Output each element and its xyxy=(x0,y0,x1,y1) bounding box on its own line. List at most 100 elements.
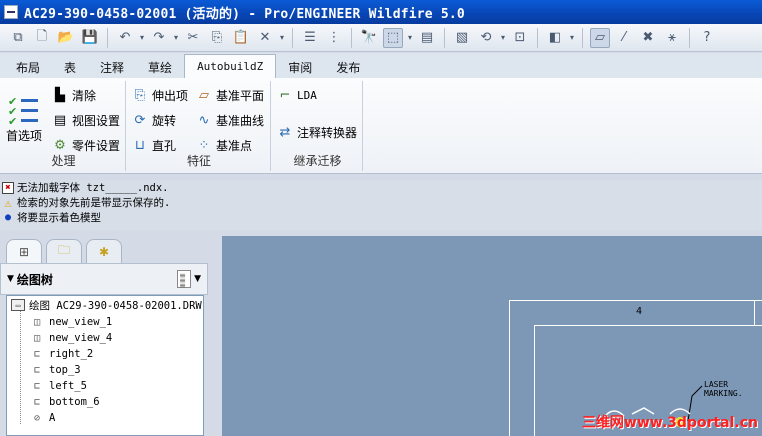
message-warning: ⚠ 检索的对象先前是带显示保存的. xyxy=(0,195,762,210)
tree-item-drawing[interactable]: ▭ 绘图 AC29-390-0458-02001.DRW xyxy=(11,297,202,313)
toolbar-separator xyxy=(444,27,445,48)
datum-curve-button[interactable]: ∿ 基准曲线 xyxy=(196,112,264,129)
toolbar-separator xyxy=(107,27,108,48)
favorites-tab[interactable]: ✱ xyxy=(86,239,122,263)
undo-icon[interactable]: ↶ xyxy=(115,28,135,48)
general-view-icon: ◫ xyxy=(33,316,41,328)
clear-button[interactable]: ▙ 清除 xyxy=(52,87,96,104)
regen-icon[interactable]: ⟲ xyxy=(476,28,496,48)
model-tree-tab[interactable]: ⊞ xyxy=(6,239,42,263)
display-dropdown-icon[interactable]: ▾ xyxy=(567,28,577,48)
revolve-button[interactable]: ⟳ 旋转 xyxy=(132,112,176,129)
datum-axis-display-icon[interactable]: ⁄ xyxy=(614,28,634,48)
display-style-icon[interactable]: ◧ xyxy=(545,28,565,48)
message-text: 无法加载字体 tzt_____.ndx. xyxy=(17,182,169,194)
layers-icon[interactable]: ☰ xyxy=(300,28,320,48)
datum-plane-display-icon[interactable]: ▱ xyxy=(590,27,610,48)
sheet-icon[interactable]: ▧ xyxy=(452,28,472,48)
datum-plane-button[interactable]: ▱ 基准平面 xyxy=(196,87,264,104)
datum-csys-display-icon[interactable]: ⚹ xyxy=(662,28,682,48)
collapse-arrow-icon[interactable]: ▼ xyxy=(7,274,14,284)
clear-icon: ▙ xyxy=(55,88,65,103)
drawing-canvas[interactable]: 4 LASER MARKING. 三维网www.3dportal.cn xyxy=(222,236,762,436)
view-settings-label: 视图设置 xyxy=(72,114,121,128)
copy-icon[interactable]: ⎘ xyxy=(207,28,227,48)
tab-autobuildz[interactable]: AutobuildZ xyxy=(184,54,277,78)
annotation-converter-button[interactable]: ⇄ 注释转换器 xyxy=(277,124,357,141)
model-tree-icon: ⊞ xyxy=(18,244,30,259)
redo-icon[interactable]: ↷ xyxy=(149,28,169,48)
group-legacy-label: 继承迁移 xyxy=(293,154,342,168)
tab-review[interactable]: 审阅 xyxy=(276,56,324,78)
extrude-icon: ⎘ xyxy=(134,88,146,103)
toolbar-separator xyxy=(537,27,538,48)
tree-settings-button[interactable]: ≡ ≡ ≡ ▼ xyxy=(177,270,201,290)
tree-item-view[interactable]: ⊏ right_2 xyxy=(29,346,93,362)
tree-item-label: bottom_6 xyxy=(49,396,100,408)
tree-item-view[interactable]: ⊏ left_5 xyxy=(29,378,87,394)
toolbar-separator xyxy=(689,27,690,48)
save-icon[interactable]: 💾 xyxy=(80,28,100,48)
delete-icon[interactable]: ✕ xyxy=(255,28,275,48)
toolbar-separator xyxy=(292,27,293,48)
tree-item-view[interactable]: ◫ new_view_1 xyxy=(29,314,112,330)
undo-dropdown-icon[interactable]: ▾ xyxy=(137,28,147,48)
new-icon[interactable]: 🗋 xyxy=(32,28,52,48)
select-box-icon[interactable]: ⬚ xyxy=(383,27,403,48)
tab-table[interactable]: 表 xyxy=(52,56,88,78)
tree-item-view[interactable]: ◫ new_view_4 xyxy=(29,330,112,346)
datum-point-display-icon[interactable]: ✖ xyxy=(638,28,658,48)
select-dropdown-icon[interactable]: ▾ xyxy=(405,28,415,48)
tree-item-view[interactable]: ⊏ bottom_6 xyxy=(29,394,100,410)
folder-browser-tab[interactable]: 🗀 xyxy=(46,239,82,263)
drawing-geometry xyxy=(604,385,703,427)
regen-dropdown-icon[interactable]: ▾ xyxy=(498,28,508,48)
zoom-icon[interactable]: ⊡ xyxy=(510,28,530,48)
redo-dropdown-icon[interactable]: ▾ xyxy=(171,28,181,48)
tab-publish[interactable]: 发布 xyxy=(324,56,372,78)
lda-button[interactable]: ⌐ LDA xyxy=(277,87,317,103)
chevron-down-icon: ▼ xyxy=(194,274,201,284)
annotation-converter-label: 注释转换器 xyxy=(297,126,358,140)
tree-item-view[interactable]: ⊘ A xyxy=(29,410,55,426)
preferences-button[interactable]: ✔ ✔ ✔ 首选项 xyxy=(6,93,42,144)
model-tree-icon[interactable]: ▤ xyxy=(417,28,437,48)
paste-icon[interactable]: 📋 xyxy=(231,28,251,48)
quick-toolbar: ⧉ 🗋 📂 💾 ↶ ▾ ↷ ▾ ✂ ⎘ 📋 ✕ ▾ ☰ ⋮ 🔭 ⬚ ▾ ▤ ▧ … xyxy=(0,24,762,52)
extrude-label: 伸出项 xyxy=(152,89,189,103)
tree-item-label: 绘图 AC29-390-0458-02001.DRW xyxy=(29,299,202,312)
datum-curve-label: 基准曲线 xyxy=(216,114,265,128)
tab-sketch[interactable]: 草绘 xyxy=(136,56,184,78)
preferences-label: 首选项 xyxy=(6,129,43,143)
folder-icon: 🗀 xyxy=(57,243,70,257)
tree-item-label: A xyxy=(49,412,56,424)
tree-icon[interactable]: ⋮ xyxy=(324,28,344,48)
extrude-button[interactable]: ⎘ 伸出项 xyxy=(132,87,188,104)
tree-item-label: new_view_4 xyxy=(49,332,113,344)
tab-layout[interactable]: 布局 xyxy=(4,56,52,78)
open-icon[interactable]: 📂 xyxy=(56,28,76,48)
datum-plane-label: 基准平面 xyxy=(216,89,265,103)
ribbon-tabs: 布局 表 注释 草绘 AutobuildZ 审阅 发布 xyxy=(0,53,762,78)
find-icon[interactable]: 🔭 xyxy=(359,28,379,48)
tree-item-view[interactable]: ⊏ top_3 xyxy=(29,362,81,378)
app-icon[interactable] xyxy=(4,5,18,19)
message-text: 检索的对象先前是带显示保存的. xyxy=(17,197,171,209)
delete-dropdown-icon[interactable]: ▾ xyxy=(277,28,287,48)
message-info: ● 将要显示着色模型 xyxy=(0,210,762,225)
preferences-icon: ✔ ✔ ✔ xyxy=(8,93,40,128)
lda-label: LDA xyxy=(297,88,317,102)
navigator-tabs: ⊞ 🗀 ✱ xyxy=(0,237,208,263)
group-features: ⎘ 伸出项 ⟳ 旋转 ⊔ 直孔 ▱ 基准平面 ∿ 基准曲线 ⁘ 基准点 特征 xyxy=(128,81,271,171)
view-settings-button[interactable]: ▤ 视图设置 xyxy=(52,112,120,129)
cut-icon[interactable]: ✂ xyxy=(183,28,203,48)
annotation-converter-icon: ⇄ xyxy=(279,125,291,140)
help-icon[interactable]: ? xyxy=(697,28,717,48)
tree-connector xyxy=(20,310,21,424)
tab-annotate[interactable]: 注释 xyxy=(88,56,136,78)
drawing-tree-title: 绘图树 xyxy=(16,272,53,287)
assembly-icon[interactable]: ⧉ xyxy=(8,28,28,48)
message-text: 将要显示着色模型 xyxy=(17,212,101,224)
projection-view-icon: ⊏ xyxy=(33,364,41,376)
clear-label: 清除 xyxy=(72,89,97,103)
